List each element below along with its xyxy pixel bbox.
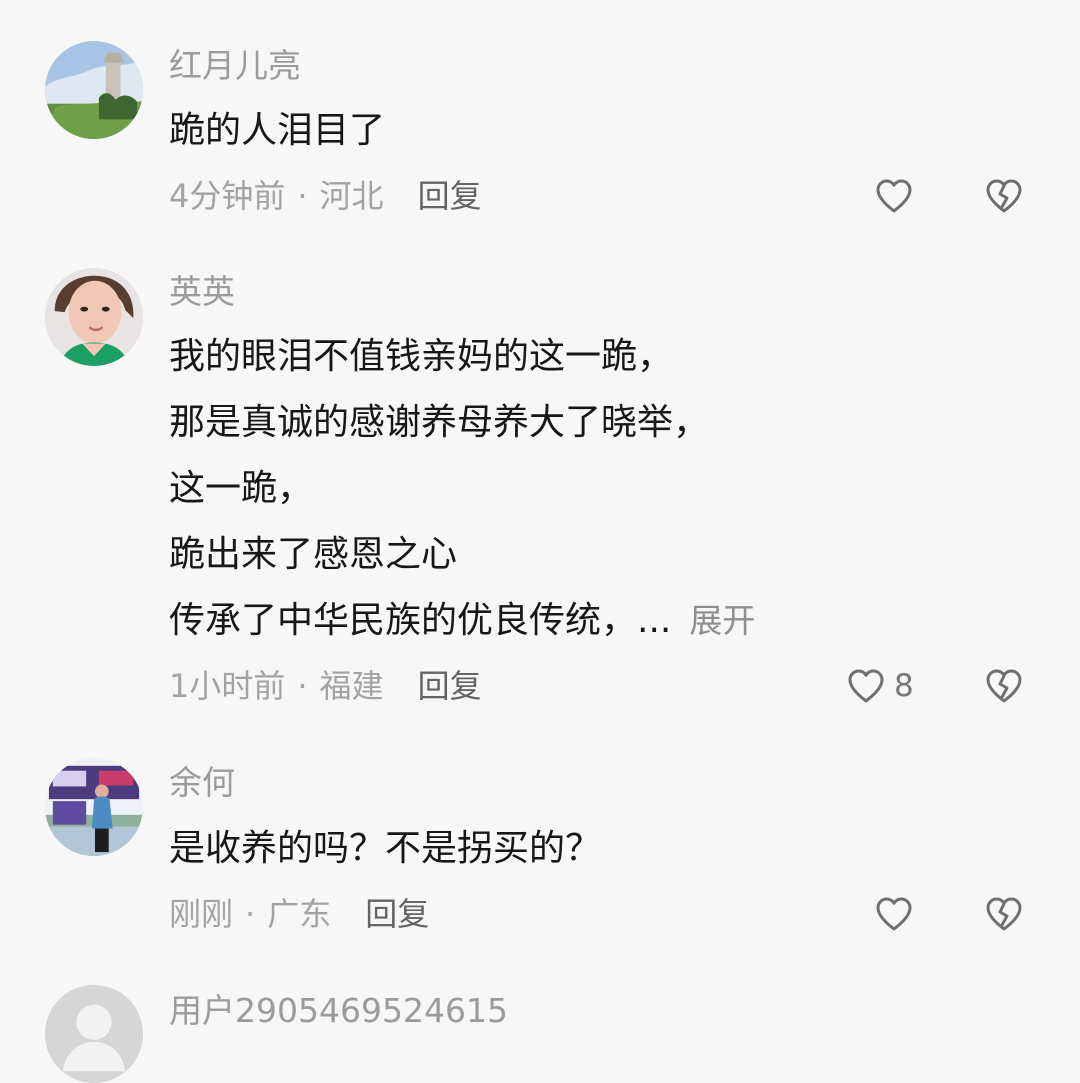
reply-button[interactable]: 回复 [418, 667, 482, 705]
avatar[interactable] [45, 758, 143, 856]
comment-text-line: 我的眼泪不值钱亲妈的这一跪， [169, 336, 674, 377]
like-button[interactable] [870, 890, 922, 938]
like-button[interactable] [870, 172, 922, 220]
comment-meta: 4分钟前 · 河北 回复 [169, 178, 482, 214]
landscape-avatar-icon [45, 41, 143, 139]
default-avatar-icon [45, 985, 143, 1083]
comment-time: 刚刚 [169, 895, 234, 933]
comment-text-line: 这一跪， [169, 468, 314, 509]
comment-text: 是收养的吗？不是拐买的？ [169, 816, 1029, 882]
portrait-avatar-icon [45, 268, 143, 366]
broken-heart-icon [986, 897, 1022, 931]
dislike-button[interactable] [980, 890, 1028, 938]
heart-icon [876, 897, 912, 931]
comment-text-line-content: 传承了中华民族的优良传统，... [169, 600, 672, 641]
comment-meta: 1小时前 · 福建 回复 [169, 668, 482, 704]
comment-time: 1小时前 [169, 667, 286, 705]
comment-text: 我的眼泪不值钱亲妈的这一跪， 那是真诚的感谢养母养大了晓举， 这一跪， 跪出来了… [169, 324, 1029, 654]
username[interactable]: 红月儿亮 [169, 47, 301, 85]
comment-text-line: 是收养的吗？不是拐买的？ [169, 828, 602, 869]
comment-location: 河北 [319, 177, 384, 215]
comment-text-line: 那是真诚的感谢养母养大了晓举， [169, 402, 710, 443]
username[interactable]: 英英 [169, 273, 235, 311]
heart-icon [848, 669, 884, 703]
like-count: 8 [894, 668, 914, 704]
comment-text-line: 跪的人泪目了 [169, 110, 386, 151]
dislike-button[interactable] [980, 172, 1028, 220]
comment-meta: 刚刚 · 广东 回复 [169, 896, 429, 932]
comment-text-line-last: 传承了中华民族的优良传统，... 展开 [169, 588, 1029, 654]
broken-heart-icon [986, 669, 1022, 703]
reply-button[interactable]: 回复 [418, 177, 482, 215]
meta-separator: · [297, 177, 308, 215]
dislike-button[interactable] [980, 662, 1028, 710]
reply-button[interactable]: 回复 [365, 895, 429, 933]
avatar[interactable] [45, 41, 143, 139]
comment-text-line: 跪出来了感恩之心 [169, 534, 458, 575]
comment-location: 福建 [319, 667, 384, 705]
username[interactable]: 用户2905469524615 [169, 992, 508, 1030]
meta-separator: · [297, 667, 308, 705]
comment-time: 4分钟前 [169, 177, 286, 215]
comment-location: 广东 [267, 895, 332, 933]
like-button[interactable]: 8 [842, 662, 914, 710]
username[interactable]: 余何 [169, 764, 235, 802]
event-photo-avatar-icon [45, 758, 143, 856]
broken-heart-icon [986, 179, 1022, 213]
comment-text: 跪的人泪目了 [169, 98, 1029, 164]
avatar[interactable] [45, 268, 143, 366]
heart-icon [876, 179, 912, 213]
expand-button[interactable]: 展开 [689, 601, 755, 640]
meta-separator: · [245, 895, 256, 933]
avatar[interactable] [45, 985, 143, 1083]
